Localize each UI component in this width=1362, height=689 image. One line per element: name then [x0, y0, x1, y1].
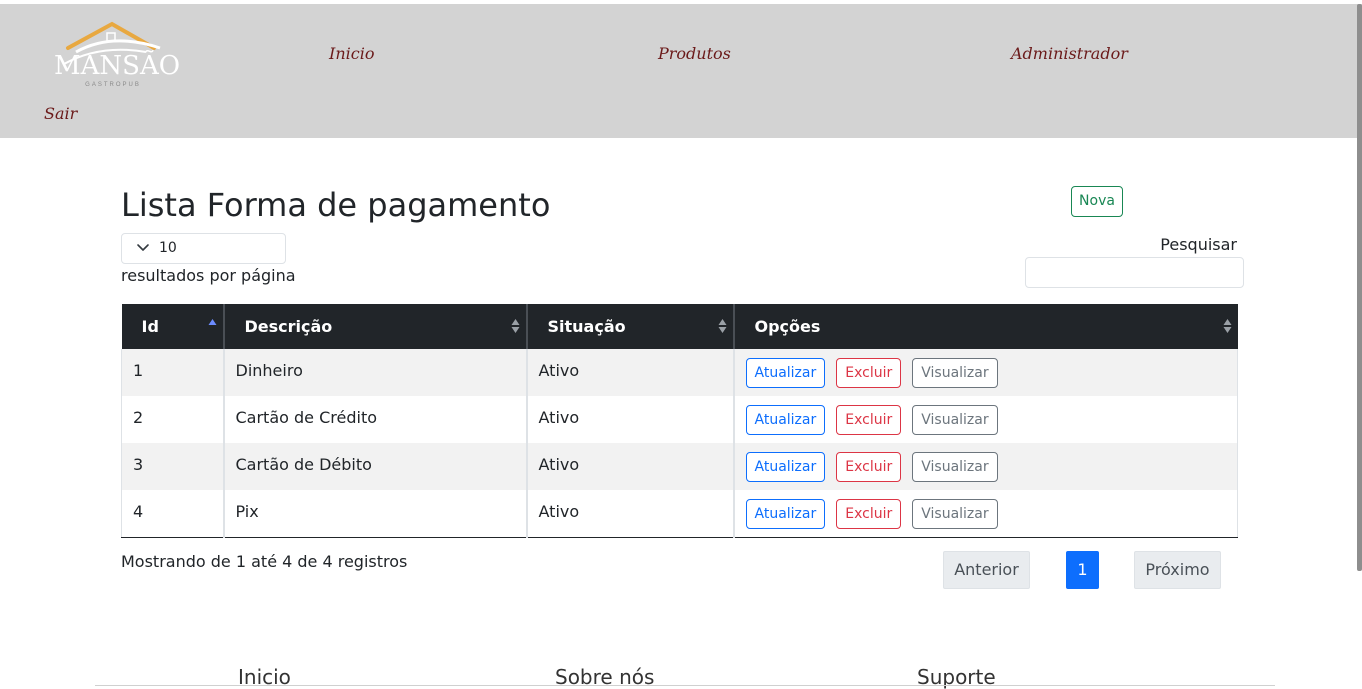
- cell-descricao: Cartão de Débito: [223, 443, 528, 490]
- column-header-opcoes[interactable]: Opções: [733, 304, 1238, 349]
- cell-situacao: Ativo: [526, 490, 735, 538]
- search-input[interactable]: [1025, 257, 1244, 288]
- delete-button[interactable]: Excluir: [836, 452, 902, 482]
- view-button[interactable]: Visualizar: [912, 405, 998, 435]
- column-header-label: Id: [141, 317, 159, 336]
- column-header-label: Situação: [547, 317, 626, 336]
- footer-divider: [95, 685, 1275, 686]
- cell-situacao: Ativo: [526, 396, 735, 443]
- nav-produtos[interactable]: Produtos: [658, 44, 731, 63]
- table-row: 2 Cartão de Crédito Ativo Atualizar Exclu…: [121, 396, 1238, 443]
- cell-opcoes: Atualizar Excluir Visualizar: [733, 490, 1238, 538]
- cell-situacao: Ativo: [526, 443, 735, 490]
- cell-id: 1: [121, 349, 225, 396]
- search-label: Pesquisar: [1160, 235, 1237, 254]
- cell-opcoes: Atualizar Excluir Visualizar: [733, 349, 1238, 396]
- scrollbar[interactable]: [1357, 4, 1362, 571]
- column-header-id[interactable]: Id: [121, 304, 225, 349]
- pagination-page-1[interactable]: 1: [1066, 551, 1099, 589]
- column-header-situacao[interactable]: Situação: [526, 304, 735, 349]
- delete-button[interactable]: Excluir: [836, 358, 902, 388]
- logo-wordmark: MANSÃO: [54, 51, 181, 81]
- column-header-descricao[interactable]: Descrição: [223, 304, 528, 349]
- column-header-label: Descrição: [244, 317, 333, 336]
- update-button[interactable]: Atualizar: [745, 499, 826, 529]
- column-header-label: Opções: [754, 317, 821, 336]
- cell-situacao: Ativo: [526, 349, 735, 396]
- page-title: Lista Forma de pagamento: [121, 186, 551, 224]
- cell-descricao: Cartão de Crédito: [223, 396, 528, 443]
- view-button[interactable]: Visualizar: [912, 499, 998, 529]
- new-button[interactable]: Nova: [1071, 186, 1123, 217]
- logo-subtitle: GASTROPUB: [85, 82, 141, 88]
- site-header: MANSÃO GASTROPUB Inicio Produtos Adminis…: [0, 4, 1362, 138]
- payment-methods-table: Id Descrição Situação Opções 1 Dinheiro …: [121, 304, 1238, 538]
- chevron-down-icon: [137, 244, 149, 251]
- table-header-row: Id Descrição Situação Opções: [121, 304, 1238, 349]
- table-info: Mostrando de 1 até 4 de 4 registros: [121, 552, 408, 571]
- view-button[interactable]: Visualizar: [912, 452, 998, 482]
- cell-opcoes: Atualizar Excluir Visualizar: [733, 443, 1238, 490]
- nav-administrador[interactable]: Administrador: [1011, 44, 1128, 63]
- view-button[interactable]: Visualizar: [912, 358, 998, 388]
- pagination-next[interactable]: Próximo: [1134, 551, 1221, 589]
- cell-id: 2: [121, 396, 225, 443]
- cell-id: 4: [121, 490, 225, 538]
- page-length-select[interactable]: 10: [121, 233, 286, 264]
- page-length-label: resultados por página: [121, 266, 296, 285]
- nav-sair[interactable]: Sair: [44, 104, 77, 123]
- sort-asc-icon: [208, 319, 216, 325]
- sort-icon: [511, 319, 519, 333]
- sort-icon: [718, 319, 726, 333]
- cell-opcoes: Atualizar Excluir Visualizar: [733, 396, 1238, 443]
- update-button[interactable]: Atualizar: [745, 358, 826, 388]
- cell-descricao: Dinheiro: [223, 349, 528, 396]
- delete-button[interactable]: Excluir: [836, 405, 902, 435]
- update-button[interactable]: Atualizar: [745, 452, 826, 482]
- cell-id: 3: [121, 443, 225, 490]
- table-row: 4 Pix Ativo Atualizar Excluir Visualizar: [121, 490, 1238, 538]
- pagination-previous[interactable]: Anterior: [943, 551, 1030, 589]
- update-button[interactable]: Atualizar: [745, 405, 826, 435]
- page-length-value: 10: [159, 240, 177, 256]
- delete-button[interactable]: Excluir: [836, 499, 902, 529]
- cell-descricao: Pix: [223, 490, 528, 538]
- table-row: 1 Dinheiro Ativo Atualizar Excluir Visuali…: [121, 349, 1238, 396]
- logo[interactable]: MANSÃO GASTROPUB: [50, 18, 181, 94]
- table-row: 3 Cartão de Débito Ativo Atualizar Exclui…: [121, 443, 1238, 490]
- nav-inicio[interactable]: Inicio: [329, 44, 374, 63]
- sort-icon: [1223, 319, 1231, 333]
